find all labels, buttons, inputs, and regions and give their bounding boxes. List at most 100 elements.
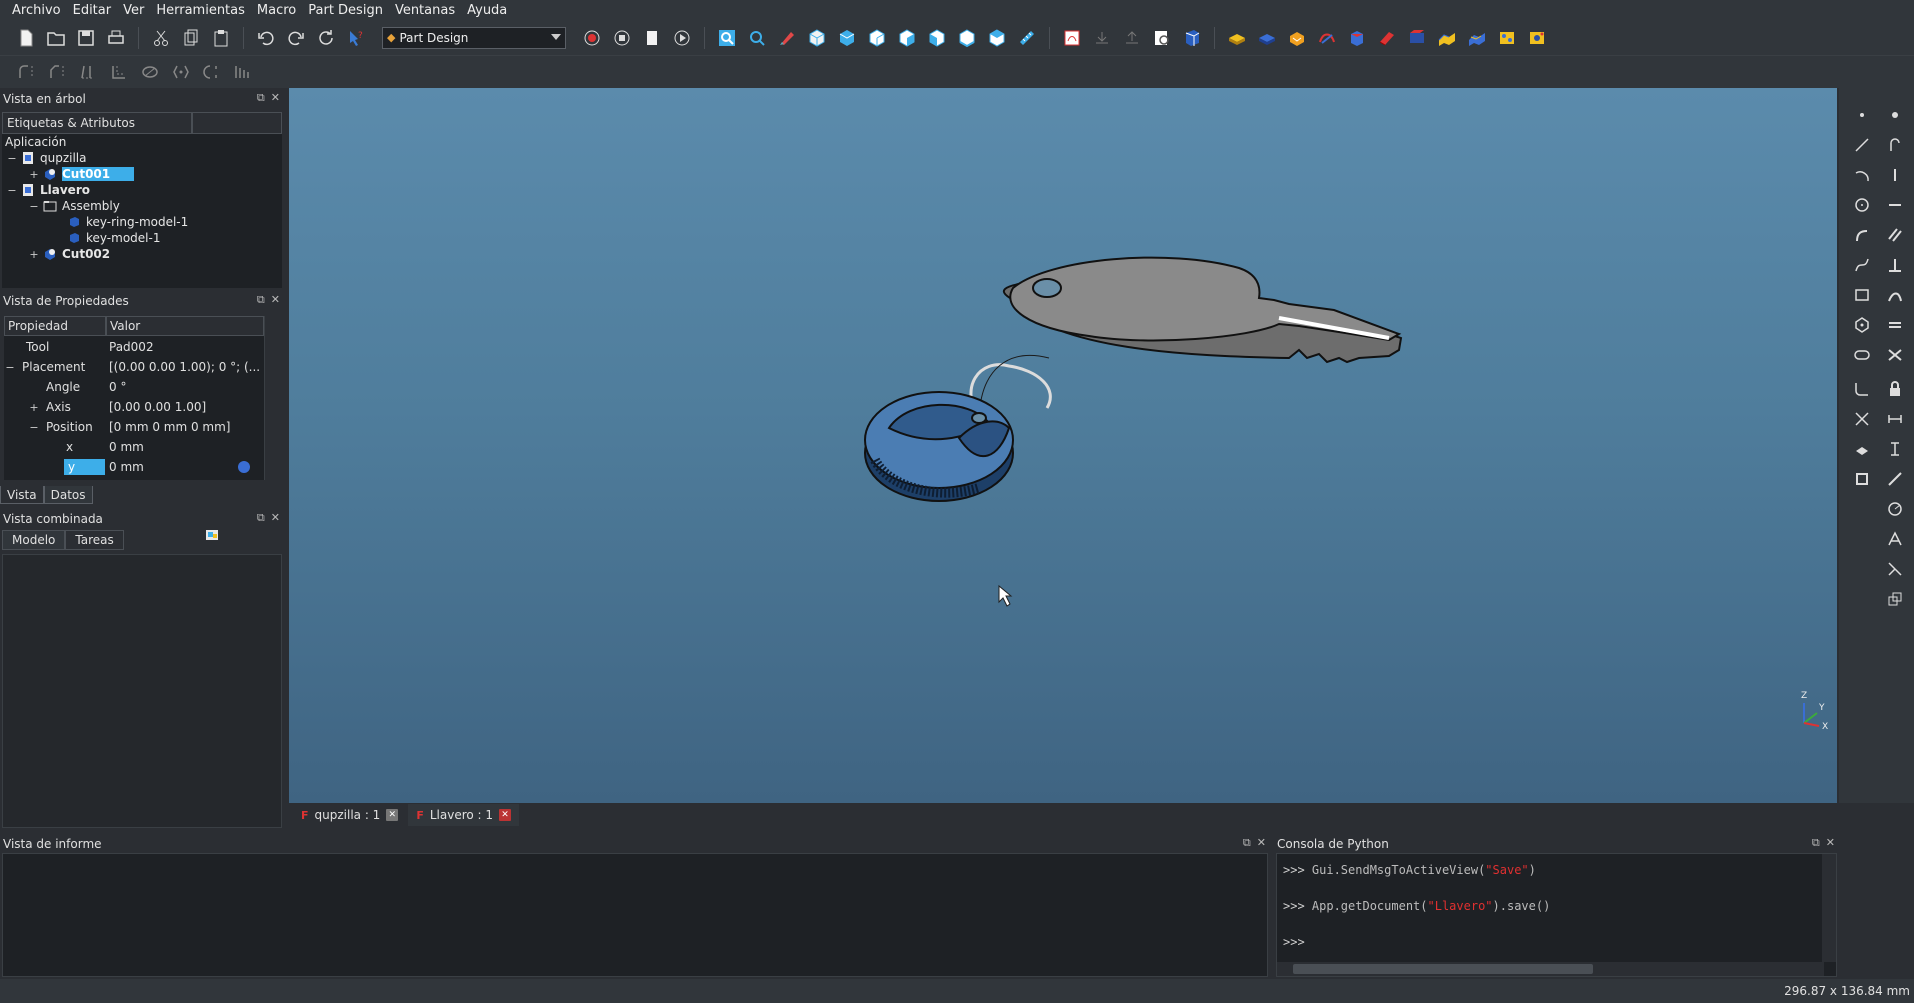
property-value[interactable]: [(0.00 0.00 1.00); 0 °; (... [106,360,264,374]
tree-item-key-ring-model[interactable]: key-ring-model-1 [52,214,188,230]
constraint-parallel-icon[interactable] [1884,224,1906,246]
menu-editar[interactable]: Editar [67,3,118,18]
constraint-angle-icon[interactable] [1884,528,1906,550]
point-icon[interactable] [1851,104,1873,126]
property-scrollbar[interactable] [264,316,280,480]
tree-item-llavero[interactable]: − Llavero [6,182,90,198]
property-row-y[interactable]: y 0 mm [4,457,264,477]
property-value[interactable]: Pad002 [106,340,264,354]
expand-icon[interactable]: + [28,248,40,261]
circle-icon[interactable] [1851,194,1873,216]
expand-icon[interactable]: + [28,401,40,414]
collapse-icon[interactable]: − [6,152,18,165]
carbon-copy-icon[interactable] [1851,468,1873,490]
constraint-distance-icon[interactable] [1884,468,1906,490]
toggle-construction-icon[interactable] [1884,588,1906,610]
pad-icon[interactable] [1225,26,1249,50]
collapse-icon[interactable]: − [28,200,40,213]
save-icon[interactable] [74,26,98,50]
report-output[interactable] [2,853,1268,977]
whats-this-icon[interactable]: ? [344,26,368,50]
property-value[interactable]: 0 mm [106,440,264,454]
slot-icon[interactable] [1851,344,1873,366]
keychain-medallion[interactable] [864,391,1014,502]
constraint-equal-icon[interactable] [1884,314,1906,336]
property-value[interactable]: [0.00 0.00 1.00] [106,400,264,414]
menu-part-design[interactable]: Part Design [302,3,389,18]
isometric-view-icon[interactable] [805,26,829,50]
constraint-horizontal-distance-icon[interactable] [1884,408,1906,430]
property-value[interactable]: 0 ° [106,380,264,394]
close-icon[interactable]: ✕ [499,809,512,821]
draw-style-icon[interactable] [775,26,799,50]
arc-icon[interactable] [1851,164,1873,186]
tab-datos[interactable]: Datos [43,486,93,504]
tree-item-cut002[interactable]: + Cut002 [28,246,110,262]
constraint-radius-icon[interactable] [1884,498,1906,520]
property-row-tool[interactable]: Tool Pad002 [4,337,264,357]
refresh-icon[interactable] [314,26,338,50]
property-row-axis[interactable]: + Axis [0.00 0.00 1.00] [4,397,264,417]
constraint-tangent-icon[interactable] [1884,284,1906,306]
create-sketch-icon[interactable] [1060,26,1084,50]
open-folder-icon[interactable] [44,26,68,50]
execute-macro-icon[interactable] [670,26,694,50]
collapse-icon[interactable]: − [4,361,16,374]
tab-modelo[interactable]: Modelo [2,530,66,550]
new-file-icon[interactable] [14,26,38,50]
constraint-horizontal-icon[interactable] [1884,194,1906,216]
tree-column-labels[interactable]: Etiquetas & Atributos [2,112,192,134]
constraint-point-on-object-icon[interactable] [1884,134,1906,156]
property-row-x[interactable]: x 0 mm [4,437,264,457]
undo-icon[interactable] [254,26,278,50]
draft-icon[interactable] [76,60,100,84]
validate-sketch-icon[interactable] [1150,26,1174,50]
property-value[interactable]: [0 mm 0 mm 0 mm] [106,420,264,434]
revolution-icon[interactable] [1285,26,1309,50]
print-icon[interactable] [104,26,128,50]
measure-icon[interactable] [1015,26,1039,50]
menu-herramientas[interactable]: Herramientas [150,3,251,18]
subtractive-loft-icon[interactable] [1405,26,1429,50]
stop-macro-icon[interactable] [610,26,634,50]
thickness-icon[interactable] [107,60,131,84]
fit-all-icon[interactable] [715,26,739,50]
expression-icon[interactable] [238,461,250,473]
bottom-view-icon[interactable] [955,26,979,50]
y-value-input[interactable]: 0 mm [109,460,144,474]
trim-icon[interactable] [1851,408,1873,430]
python-console-body[interactable]: >>> Gui.SendMsgToActiveView("Save") >>> … [1276,853,1837,977]
close-icon[interactable]: ✕ [386,809,399,821]
menu-ventanas[interactable]: Ventanas [389,3,461,18]
property-column-header[interactable]: Propiedad [4,316,106,336]
scene-canvas[interactable]: Z Y X [289,88,1837,803]
macros-icon[interactable] [640,26,664,50]
attach-sketch-icon[interactable] [1090,26,1114,50]
key-model[interactable] [1003,256,1403,364]
tab-qupzilla[interactable]: F qupzilla : 1 ✕ [293,804,406,826]
hole-icon[interactable] [1525,26,1549,50]
expand-icon[interactable]: + [28,168,40,181]
tab-tareas[interactable]: Tareas [65,530,124,550]
loft-icon[interactable] [1345,26,1369,50]
pocket-icon[interactable] [1255,26,1279,50]
linear-pattern-icon[interactable] [169,60,193,84]
constraint-vertical-distance-icon[interactable] [1884,438,1906,460]
polygon-icon[interactable] [1851,314,1873,336]
menu-macro[interactable]: Macro [251,3,302,18]
collapse-icon[interactable]: − [28,421,40,434]
constraint-vertical-icon[interactable] [1884,164,1906,186]
external-geometry-icon[interactable] [1851,438,1873,460]
additive-primitive-icon[interactable] [1465,26,1489,50]
cut-icon[interactable] [149,26,173,50]
tree-item-cut001[interactable]: + Cut001 [28,166,135,182]
redo-icon[interactable] [284,26,308,50]
3d-viewport[interactable]: Z Y X [289,88,1837,803]
subtractive-pipe-icon[interactable] [1435,26,1459,50]
workbench-selector[interactable]: ◆ Part Design [382,26,566,49]
console-vertical-scrollbar[interactable] [1822,854,1836,962]
polar-pattern-icon[interactable] [200,60,224,84]
subtractive-primitive-icon[interactable] [1495,26,1519,50]
line-icon[interactable] [1851,134,1873,156]
paste-icon[interactable] [209,26,233,50]
